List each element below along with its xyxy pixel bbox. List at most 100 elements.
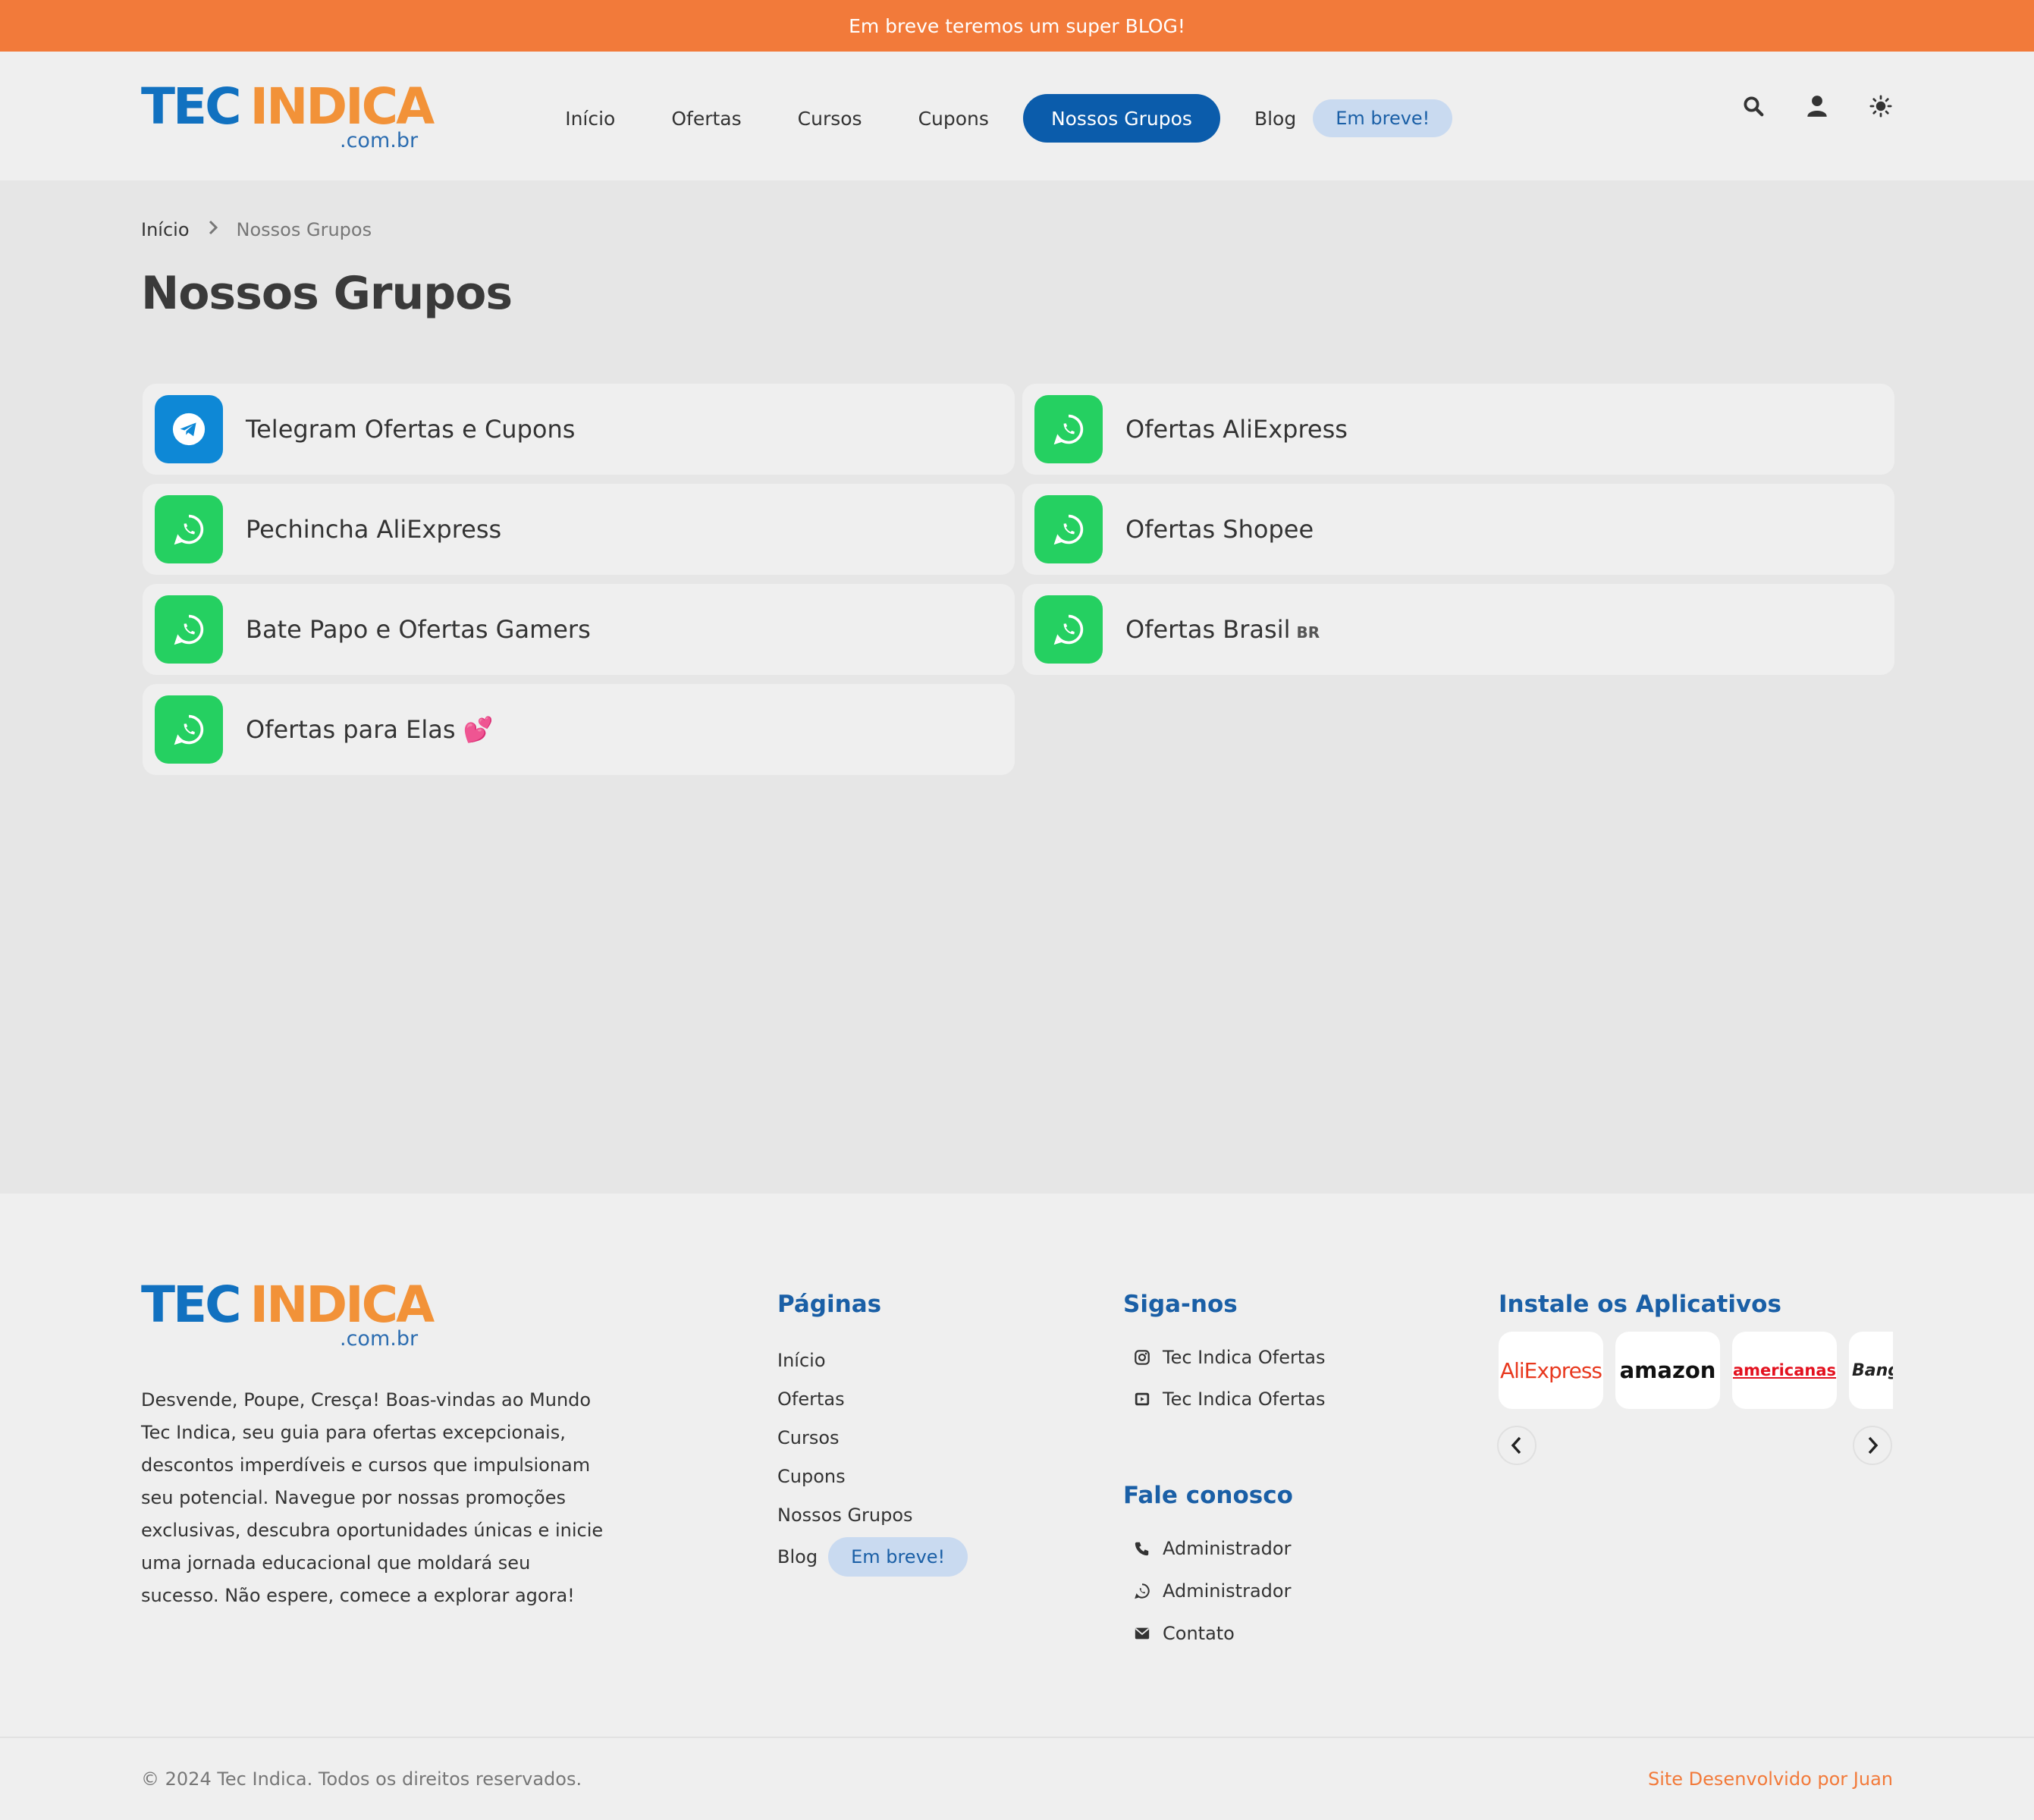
footer-link-cupons[interactable]: Cupons xyxy=(777,1457,968,1495)
group-name: Telegram Ofertas e Cupons xyxy=(246,415,576,444)
chevron-right-icon xyxy=(208,218,218,241)
main-nav: Início Ofertas Cursos Cupons Nossos Grup… xyxy=(537,94,1453,143)
footer-bottom-bar: © 2024 Tec Indica. Todos os direitos res… xyxy=(0,1737,2034,1820)
footer-link-ofertas[interactable]: Ofertas xyxy=(777,1379,968,1418)
groups-list: Telegram Ofertas e Cupons Ofertas AliExp… xyxy=(143,384,1894,775)
group-card[interactable]: Bate Papo e Ofertas Gamers xyxy=(143,584,1015,675)
developer-credit-link[interactable]: Site Desenvolvido por Juan xyxy=(1648,1768,1893,1790)
hearts-emoji: 💕 xyxy=(463,715,494,744)
copyright-text: © 2024 Tec Indica. Todos os direitos res… xyxy=(141,1768,582,1790)
footer-link-blog[interactable]: Blog xyxy=(777,1546,818,1567)
group-card[interactable]: Ofertas Brasil BR xyxy=(1022,584,1894,675)
flag-tag: BR xyxy=(1296,623,1320,642)
app-americanas[interactable]: americanas xyxy=(1732,1332,1837,1409)
logo-domain: .com.br xyxy=(340,1327,419,1351)
group-name: Ofertas Shopee xyxy=(1125,515,1314,544)
group-name: Ofertas para Elas 💕 xyxy=(246,715,494,744)
whatsapp-icon xyxy=(1034,595,1103,664)
nav-cupons[interactable]: Cupons xyxy=(890,94,1017,143)
group-name: Bate Papo e Ofertas Gamers xyxy=(246,615,591,644)
apps-carousel: AliExpress amazon americanas Bang xyxy=(1499,1332,1893,1409)
group-name-text: Ofertas Brasil xyxy=(1125,615,1291,644)
footer-link-inicio[interactable]: Início xyxy=(777,1341,968,1379)
footer-phone-link[interactable]: Administrador xyxy=(1123,1527,1326,1570)
nav-blog[interactable]: Blog xyxy=(1226,94,1307,143)
site-footer: TEC INDICA .com.br Desvende, Poupe, Cresç… xyxy=(0,1194,2034,1820)
phone-icon xyxy=(1134,1540,1150,1557)
app-aliexpress[interactable]: AliExpress xyxy=(1499,1332,1603,1409)
footer-apps-title: Instale os Aplicativos xyxy=(1499,1291,1781,1318)
whatsapp-label: Administrador xyxy=(1163,1580,1292,1602)
mail-label: Contato xyxy=(1163,1623,1235,1644)
whatsapp-icon xyxy=(1034,495,1103,563)
instagram-icon xyxy=(1134,1349,1150,1366)
nav-inicio[interactable]: Início xyxy=(537,94,643,143)
nav-nossos-grupos[interactable]: Nossos Grupos xyxy=(1022,94,1220,143)
site-logo[interactable]: TEC INDICA .com.br xyxy=(141,81,435,152)
footer-apps: Instale os Aplicativos AliExpress amazon… xyxy=(1499,1291,1893,1409)
nav-cursos[interactable]: Cursos xyxy=(770,94,890,143)
logo-indica: INDICA xyxy=(250,77,435,136)
main-content: Início Nossos Grupos Nossos Grupos Teleg… xyxy=(0,180,2034,1194)
app-banggood[interactable]: Bang xyxy=(1849,1332,1893,1409)
logo-tec: TEC xyxy=(141,1276,242,1334)
sun-icon[interactable] xyxy=(1869,94,1893,118)
mail-icon xyxy=(1134,1625,1150,1642)
phone-label: Administrador xyxy=(1163,1538,1292,1559)
group-card[interactable]: Ofertas AliExpress xyxy=(1022,384,1894,475)
whatsapp-icon xyxy=(155,595,223,664)
footer-description: Desvende, Poupe, Cresça! Boas-vindas ao … xyxy=(141,1389,604,1606)
footer-instagram-link[interactable]: Tec Indica Ofertas xyxy=(1123,1336,1326,1378)
aliexpress-logo: AliExpress xyxy=(1499,1357,1602,1383)
whatsapp-icon xyxy=(155,495,223,563)
youtube-icon xyxy=(1134,1391,1150,1407)
americanas-logo: americanas xyxy=(1732,1361,1837,1379)
footer-pages-title: Páginas xyxy=(777,1291,882,1318)
carousel-prev-button[interactable] xyxy=(1497,1426,1536,1465)
logo-domain: .com.br xyxy=(340,128,419,152)
site-header: TEC INDICA .com.br Início Ofertas Cursos … xyxy=(0,52,2034,180)
announcement-bar: Em breve teremos um super BLOG! xyxy=(0,0,2034,52)
footer-blog-row: Blog Em breve! xyxy=(777,1534,968,1580)
breadcrumb-current: Nossos Grupos xyxy=(236,219,372,240)
nav-ofertas[interactable]: Ofertas xyxy=(643,94,769,143)
breadcrumb-home[interactable]: Início xyxy=(141,219,190,240)
header-actions xyxy=(1741,94,1893,118)
footer-contact-title: Fale conosco xyxy=(1123,1482,1293,1509)
whatsapp-icon xyxy=(1134,1583,1150,1599)
youtube-label: Tec Indica Ofertas xyxy=(1163,1388,1326,1410)
whatsapp-icon xyxy=(1034,395,1103,463)
footer-about: TEC INDICA .com.br Desvende, Poupe, Cresç… xyxy=(141,1280,611,1612)
footer-social: Siga-nos Tec Indica Ofertas Tec Indica O… xyxy=(1123,1291,1326,1655)
carousel-next-button[interactable] xyxy=(1853,1426,1892,1465)
group-card[interactable]: Pechincha AliExpress xyxy=(143,484,1015,575)
page-title: Nossos Grupos xyxy=(141,267,513,320)
group-name: Pechincha AliExpress xyxy=(246,515,502,544)
user-icon[interactable] xyxy=(1805,94,1829,118)
group-card[interactable]: Ofertas Shopee xyxy=(1022,484,1894,575)
footer-mail-link[interactable]: Contato xyxy=(1123,1612,1326,1655)
footer-blog-badge: Em breve! xyxy=(828,1537,968,1577)
whatsapp-icon xyxy=(155,695,223,764)
footer-whatsapp-link[interactable]: Administrador xyxy=(1123,1570,1326,1612)
blog-coming-soon-badge: Em breve! xyxy=(1313,99,1453,137)
group-name: Ofertas Brasil BR xyxy=(1125,615,1320,644)
breadcrumb: Início Nossos Grupos xyxy=(141,180,1893,241)
group-name: Ofertas AliExpress xyxy=(1125,415,1348,444)
footer-logo[interactable]: TEC INDICA .com.br xyxy=(141,1280,611,1351)
instagram-label: Tec Indica Ofertas xyxy=(1163,1346,1326,1368)
amazon-logo: amazon xyxy=(1619,1357,1716,1383)
group-name-text: Ofertas para Elas xyxy=(246,715,456,744)
telegram-icon xyxy=(155,395,223,463)
footer-youtube-link[interactable]: Tec Indica Ofertas xyxy=(1123,1378,1326,1420)
footer-link-nossos-grupos[interactable]: Nossos Grupos xyxy=(777,1495,968,1534)
app-amazon[interactable]: amazon xyxy=(1615,1332,1720,1409)
footer-link-cursos[interactable]: Cursos xyxy=(777,1418,968,1457)
group-card[interactable]: Ofertas para Elas 💕 xyxy=(143,684,1015,775)
logo-tec: TEC xyxy=(141,77,242,136)
footer-pages: Páginas Início Ofertas Cursos Cupons Nos… xyxy=(777,1291,968,1580)
search-icon[interactable] xyxy=(1741,94,1766,118)
banggood-logo: Bang xyxy=(1852,1360,1893,1380)
group-card[interactable]: Telegram Ofertas e Cupons xyxy=(143,384,1015,475)
logo-indica: INDICA xyxy=(250,1276,435,1334)
